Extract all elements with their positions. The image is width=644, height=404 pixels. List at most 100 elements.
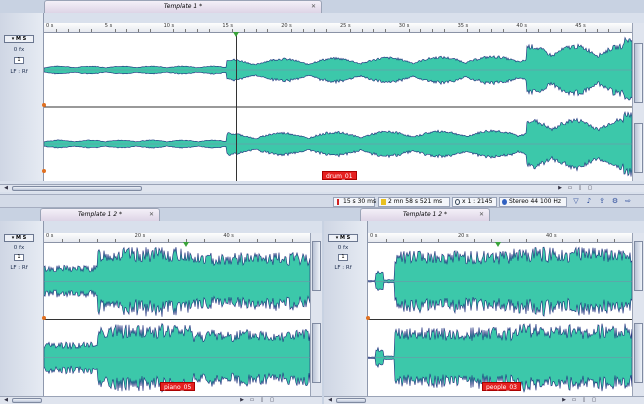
marker-dot[interactable] [42, 169, 46, 173]
status-bar: 15 s 30 ms 2 mn 58 s 521 ms x 1 : 2145 S… [0, 194, 644, 208]
zoom-out-icon[interactable]: ▭ [248, 397, 256, 404]
top-wave-window: Template 1 * ✕ ▾ M S 0 fx 1 LF : Rf 0 s 5… [0, 0, 644, 194]
zoom-in-icon[interactable]: ▯ [258, 397, 266, 404]
waveform [368, 246, 632, 393]
cursor-position-field[interactable]: 15 s 30 ms [333, 197, 376, 207]
music-icon[interactable]: ♪ [584, 197, 594, 206]
scroll-left-icon[interactable]: ◀ [2, 397, 10, 404]
ruler-tick-label: 0 s [370, 233, 378, 239]
close-icon[interactable]: ✕ [479, 209, 484, 221]
routing-label: LF : Rf [10, 69, 28, 75]
mute-solo-buttons[interactable]: ▾ M S [4, 35, 34, 43]
play-cursor[interactable] [236, 33, 237, 181]
ruler-minor-tick [55, 29, 57, 32]
zoom-in-icon[interactable]: ▯ [580, 397, 588, 404]
vertical-scrollbar[interactable] [632, 233, 644, 396]
clip-name-badge[interactable]: drum_01 [322, 171, 357, 180]
fx-count: 0 fx [13, 47, 25, 53]
ruler-minor-tick [490, 29, 492, 32]
fx-count: 0 fx [337, 245, 349, 251]
ruler-minor-tick [67, 29, 69, 32]
marker-dot[interactable] [366, 316, 370, 320]
clip-name-badge[interactable]: people_03 [482, 382, 521, 391]
arrow-icon[interactable]: ⇨ [623, 197, 633, 206]
waveform-area[interactable] [44, 243, 310, 396]
ruler-minor-tick [361, 29, 363, 32]
waveform-area[interactable] [44, 33, 632, 181]
ruler-tick-label: 40 s [223, 233, 234, 239]
close-icon[interactable]: ✕ [311, 1, 316, 13]
time-ruler[interactable]: 0 s 20 s 40 s [44, 233, 310, 243]
bottom-left-wave-window: Template 1 2 * ✕ ▾ M S 0 fx 1 LF : Rf 0 … [0, 208, 322, 404]
waveform-channel [44, 36, 632, 101]
vertical-scrollbar[interactable] [632, 23, 644, 181]
tab-template-1-2[interactable]: Template 1 2 * ✕ [360, 208, 490, 221]
ruler-minor-tick [443, 29, 445, 32]
marker-dot[interactable] [42, 103, 46, 107]
ruler-minor-tick [596, 239, 598, 242]
routing-label: LF : Rf [334, 265, 352, 271]
ruler-minor-tick [302, 29, 304, 32]
scroll-left-icon[interactable]: ◀ [2, 185, 10, 192]
length-icon [381, 199, 386, 205]
waveform-area[interactable] [368, 243, 632, 396]
format-field[interactable]: Stereo 44 100 Hz [499, 197, 567, 207]
channel-number[interactable]: 1 [338, 254, 348, 261]
time-ruler[interactable]: 0 s5 s 10 s 15 s 20 s 25 s 30 s 35 s 40 s 45 s [44, 23, 632, 33]
marker-dot[interactable] [42, 316, 46, 320]
zoom-value: x 1 : 2145 [462, 198, 493, 205]
ruler-minor-tick [473, 239, 475, 242]
scroll-right-icon[interactable]: ▶ [560, 397, 568, 404]
channel-number[interactable]: 1 [14, 57, 24, 64]
ruler-minor-tick [579, 239, 581, 242]
ruler-minor-tick [267, 29, 269, 32]
ruler-minor-tick [168, 239, 170, 242]
zoom-fit-icon[interactable]: ▢ [586, 185, 594, 192]
track-header: ▾ M S 0 fx 1 LF : Rf [0, 221, 44, 396]
ruler-minor-tick [203, 239, 205, 242]
horizontal-scrollbar[interactable]: ◀ ▶ ▭ ▯ ▢ [0, 184, 644, 192]
ruler-minor-tick [314, 29, 316, 32]
zoom-field[interactable]: x 1 : 2145 [452, 197, 497, 207]
zoom-fit-icon[interactable]: ▢ [268, 397, 276, 404]
zoom-in-icon[interactable]: ▯ [576, 185, 584, 192]
ruler-minor-tick [537, 29, 539, 32]
cursor-marker[interactable] [233, 32, 239, 37]
ruler-minor-tick [173, 29, 175, 32]
ruler-tick-label: 20 s [134, 233, 146, 239]
horizontal-scrollbar[interactable]: ◀ ▶ ▭ ▯ ▢ [324, 396, 644, 404]
waveform-channel [44, 111, 632, 177]
ruler-minor-tick [79, 29, 81, 32]
cursor-marker[interactable] [183, 242, 189, 247]
ruler-minor-tick [256, 239, 258, 242]
channel-number[interactable]: 1 [14, 254, 24, 261]
scroll-right-icon[interactable]: ▶ [556, 185, 564, 192]
horizontal-scrollbar[interactable]: ◀ ▶ ▭ ▯ ▢ [0, 396, 322, 404]
close-icon[interactable]: ✕ [149, 209, 154, 221]
ruler-tick-label: 5 s [104, 23, 113, 29]
tab-template-1-2[interactable]: Template 1 2 * ✕ [40, 208, 160, 221]
export-icon[interactable]: ⇪ [597, 197, 607, 206]
ruler-tick-label: 40 s [546, 233, 557, 239]
ruler-minor-tick [608, 29, 610, 32]
waveform-channel [44, 246, 310, 317]
zoom-fit-icon[interactable]: ▢ [590, 397, 598, 404]
ruler-minor-tick [620, 29, 622, 32]
scroll-right-icon[interactable]: ▶ [238, 397, 246, 404]
ruler-minor-tick [91, 29, 93, 32]
mute-solo-buttons[interactable]: ▾ M S [4, 234, 34, 242]
settings-icon[interactable]: ⚙ [610, 197, 620, 206]
waveform [44, 36, 632, 177]
vertical-scrollbar[interactable] [310, 233, 322, 396]
zoom-out-icon[interactable]: ▭ [570, 397, 578, 404]
length-field[interactable]: 2 mn 58 s 521 ms [378, 197, 450, 207]
filter-icon[interactable]: ▽ [571, 197, 581, 206]
tab-template-1[interactable]: Template 1 * ✕ [44, 0, 322, 13]
scroll-left-icon[interactable]: ◀ [326, 397, 334, 404]
cursor-marker[interactable] [495, 242, 501, 247]
zoom-out-icon[interactable]: ▭ [566, 185, 574, 192]
clip-name-badge[interactable]: piano_05 [160, 382, 196, 391]
ruler-minor-tick [138, 29, 140, 32]
mute-solo-buttons[interactable]: ▾ M S [328, 234, 358, 242]
ruler-minor-tick [385, 29, 387, 32]
